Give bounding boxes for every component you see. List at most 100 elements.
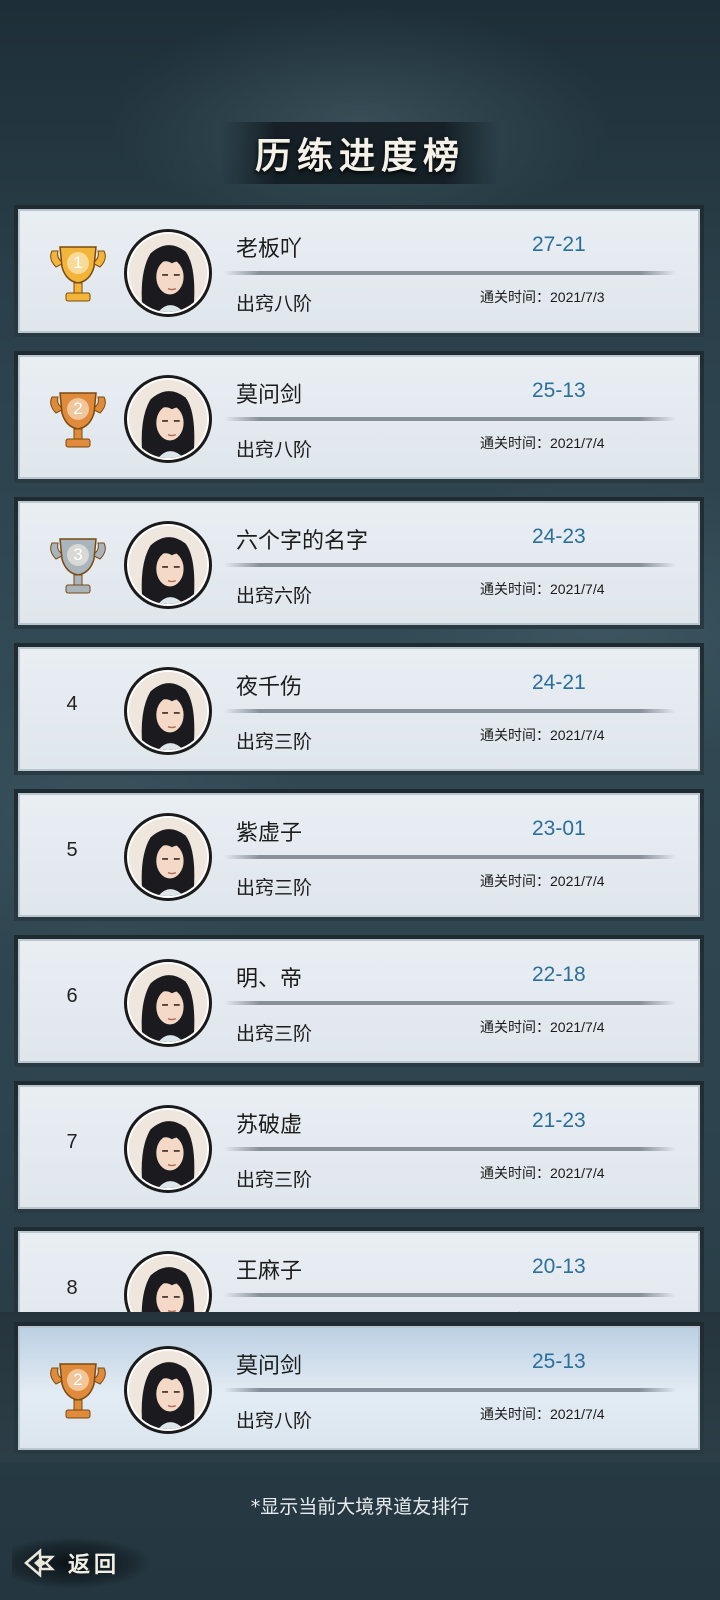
title-banner: 历练进度榜: [220, 122, 500, 184]
progress-score: 22-18: [532, 963, 586, 986]
rank-number: 5: [66, 839, 78, 861]
back-button[interactable]: 返回: [12, 1536, 152, 1590]
clear-time: 通关时间：2021/7/4: [480, 1017, 605, 1037]
avatar[interactable]: [124, 375, 212, 463]
progress-score: 27-21: [532, 233, 586, 256]
progress-score: 25-13: [532, 1350, 586, 1373]
clear-time: 通关时间：2021/7/4: [480, 725, 605, 745]
row-card: 3 六个字的名字 24-23 出窍六阶 通关时间：2021/7/4: [18, 501, 700, 625]
avatar[interactable]: [124, 959, 212, 1047]
my-rank-panel: 2 莫问剑 25-13 出窍八阶 通关时间：2021/7/4: [0, 1312, 720, 1462]
my-rank-row[interactable]: 2 莫问剑 25-13 出窍八阶 通关时间：2021/7/4: [14, 1322, 704, 1454]
avatar[interactable]: [124, 813, 212, 901]
leaderboard-row[interactable]: 8王麻子20-13出窍三阶通关时间：2021/7/4: [14, 1227, 704, 1312]
clear-time-value: 2021/7/4: [550, 581, 605, 597]
clear-time-value: 2021/7/4: [550, 435, 605, 451]
leaderboard-row[interactable]: 4 夜千伤 24-21 出窍三阶 通关时间：2021/7/4: [14, 643, 704, 775]
player-name: 王麻子: [236, 1259, 303, 1284]
leaderboard-row[interactable]: 6 明、帝 22-18 出窍三阶 通关时间：2021/7/4: [14, 935, 704, 1067]
realm-level: 出窍六阶: [236, 585, 313, 607]
clear-time-value: 2021/7/4: [550, 873, 605, 889]
clear-time: 通关时间：2021/7/4: [480, 1163, 605, 1183]
gold-trophy-icon: 1: [46, 237, 110, 309]
row-divider: [224, 271, 676, 275]
row-divider: [224, 417, 676, 421]
back-arrow-icon: [24, 1548, 56, 1578]
player-name: 紫虚子: [236, 821, 303, 846]
clear-time: 通关时间：2021/7/4: [480, 1404, 605, 1424]
row-divider: [224, 855, 676, 859]
clear-time-label: 通关时间：: [480, 289, 550, 305]
row-divider: [224, 1147, 676, 1151]
rank-number: 4: [66, 693, 78, 715]
leaderboard-row[interactable]: 1 老板吖 27-21 出窍八阶 通关时间：2021/7/3: [14, 205, 704, 337]
avatar[interactable]: [124, 1105, 212, 1193]
clear-time-label: 通关时间：: [480, 435, 550, 451]
clear-time: 通关时间：2021/7/4: [480, 579, 605, 599]
back-label: 返回: [68, 1552, 121, 1578]
clear-time-value: 2021/7/4: [550, 1019, 605, 1035]
clear-time-value: 2021/7/4: [550, 1165, 605, 1181]
player-name: 夜千伤: [236, 675, 303, 700]
silver-trophy-icon: 3: [46, 529, 110, 601]
clear-time-value: 2021/7/4: [550, 1406, 605, 1422]
leaderboard-list[interactable]: 1 老板吖 27-21 出窍八阶 通关时间：2021/7/3 2 莫问剑 25-13 出窍八阶通…: [0, 205, 720, 1312]
row-card: 2 莫问剑 25-13 出窍八阶 通关时间：2021/7/4: [18, 355, 700, 479]
row-card: 6 明、帝 22-18 出窍三阶 通关时间：2021/7/4: [18, 939, 700, 1063]
page-title: 历练进度榜: [254, 135, 465, 177]
clear-time-value: 2021/7/4: [550, 727, 605, 743]
realm-level: 出窍三阶: [236, 1023, 313, 1045]
avatar[interactable]: [124, 1346, 212, 1434]
row-card: 8王麻子20-13出窍三阶通关时间：2021/7/4: [18, 1231, 700, 1312]
row-divider: [224, 1388, 676, 1392]
avatar[interactable]: [124, 229, 212, 317]
rank-number: 7: [66, 1131, 78, 1153]
leaderboard-row[interactable]: 3 六个字的名字 24-23 出窍六阶 通关时间：2021/7/4: [14, 497, 704, 629]
row-divider: [224, 709, 676, 713]
bronze-trophy-icon: 2: [46, 1354, 110, 1426]
progress-score: 25-13: [532, 379, 586, 402]
realm-level: 出窍八阶: [236, 439, 313, 461]
player-name: 莫问剑: [236, 1354, 303, 1379]
row-card: 4 夜千伤 24-21 出窍三阶 通关时间：2021/7/4: [18, 647, 700, 771]
progress-score: 23-01: [532, 817, 586, 840]
clear-time-value: 2021/7/3: [550, 289, 605, 305]
bronze-trophy-icon: 2: [46, 383, 110, 455]
player-name: 六个字的名字: [236, 529, 369, 554]
row-divider: [224, 1293, 676, 1297]
progress-score: 20-13: [532, 1255, 586, 1278]
trophy-rank-number: 2: [73, 399, 83, 418]
row-card: 1 老板吖 27-21 出窍八阶 通关时间：2021/7/3: [18, 209, 700, 333]
clear-time: 通关时间：2021/7/4: [480, 433, 605, 453]
avatar[interactable]: [124, 667, 212, 755]
leaderboard-row[interactable]: 5 紫虚子 23-01 出窍三阶 通关时间：2021/7/4: [14, 789, 704, 921]
trophy-rank-number: 2: [73, 1370, 83, 1389]
realm-level: 出窍三阶: [236, 731, 313, 753]
realm-level: 出窍八阶: [236, 1410, 313, 1432]
progress-score: 24-23: [532, 525, 586, 548]
realm-level: 出窍三阶: [236, 1169, 313, 1191]
player-name: 老板吖: [236, 237, 303, 262]
clear-time-label: 通关时间：: [480, 727, 550, 743]
clear-time-label: 通关时间：: [480, 1019, 550, 1035]
progress-score: 24-21: [532, 671, 586, 694]
leaderboard-row[interactable]: 2 莫问剑 25-13 出窍八阶 通关时间：2021/7/4: [14, 351, 704, 483]
player-name: 莫问剑: [236, 383, 303, 408]
avatar[interactable]: [124, 521, 212, 609]
clear-time-label: 通关时间：: [480, 1165, 550, 1181]
ranking-hint: *显示当前大境界道友排行: [250, 1496, 470, 1518]
clear-time-label: 通关时间：: [480, 873, 550, 889]
player-name: 苏破虚: [236, 1113, 303, 1138]
progress-score: 21-23: [532, 1109, 586, 1132]
trophy-rank-number: 1: [73, 253, 83, 272]
row-card: 5 紫虚子 23-01 出窍三阶 通关时间：2021/7/4: [18, 793, 700, 917]
trophy-rank-number: 3: [73, 545, 83, 564]
row-card: 2 莫问剑 25-13 出窍八阶 通关时间：2021/7/4: [18, 1326, 700, 1450]
avatar[interactable]: [124, 1251, 212, 1312]
player-name: 明、帝: [236, 967, 303, 992]
clear-time-label: 通关时间：: [480, 1406, 550, 1422]
clear-time: 通关时间：2021/7/3: [480, 287, 605, 307]
clear-time-label: 通关时间：: [480, 581, 550, 597]
clear-time: 通关时间：2021/7/4: [480, 871, 605, 891]
leaderboard-row[interactable]: 7 苏破虚 21-23 出窍三阶 通关时间：2021/7/4: [14, 1081, 704, 1213]
